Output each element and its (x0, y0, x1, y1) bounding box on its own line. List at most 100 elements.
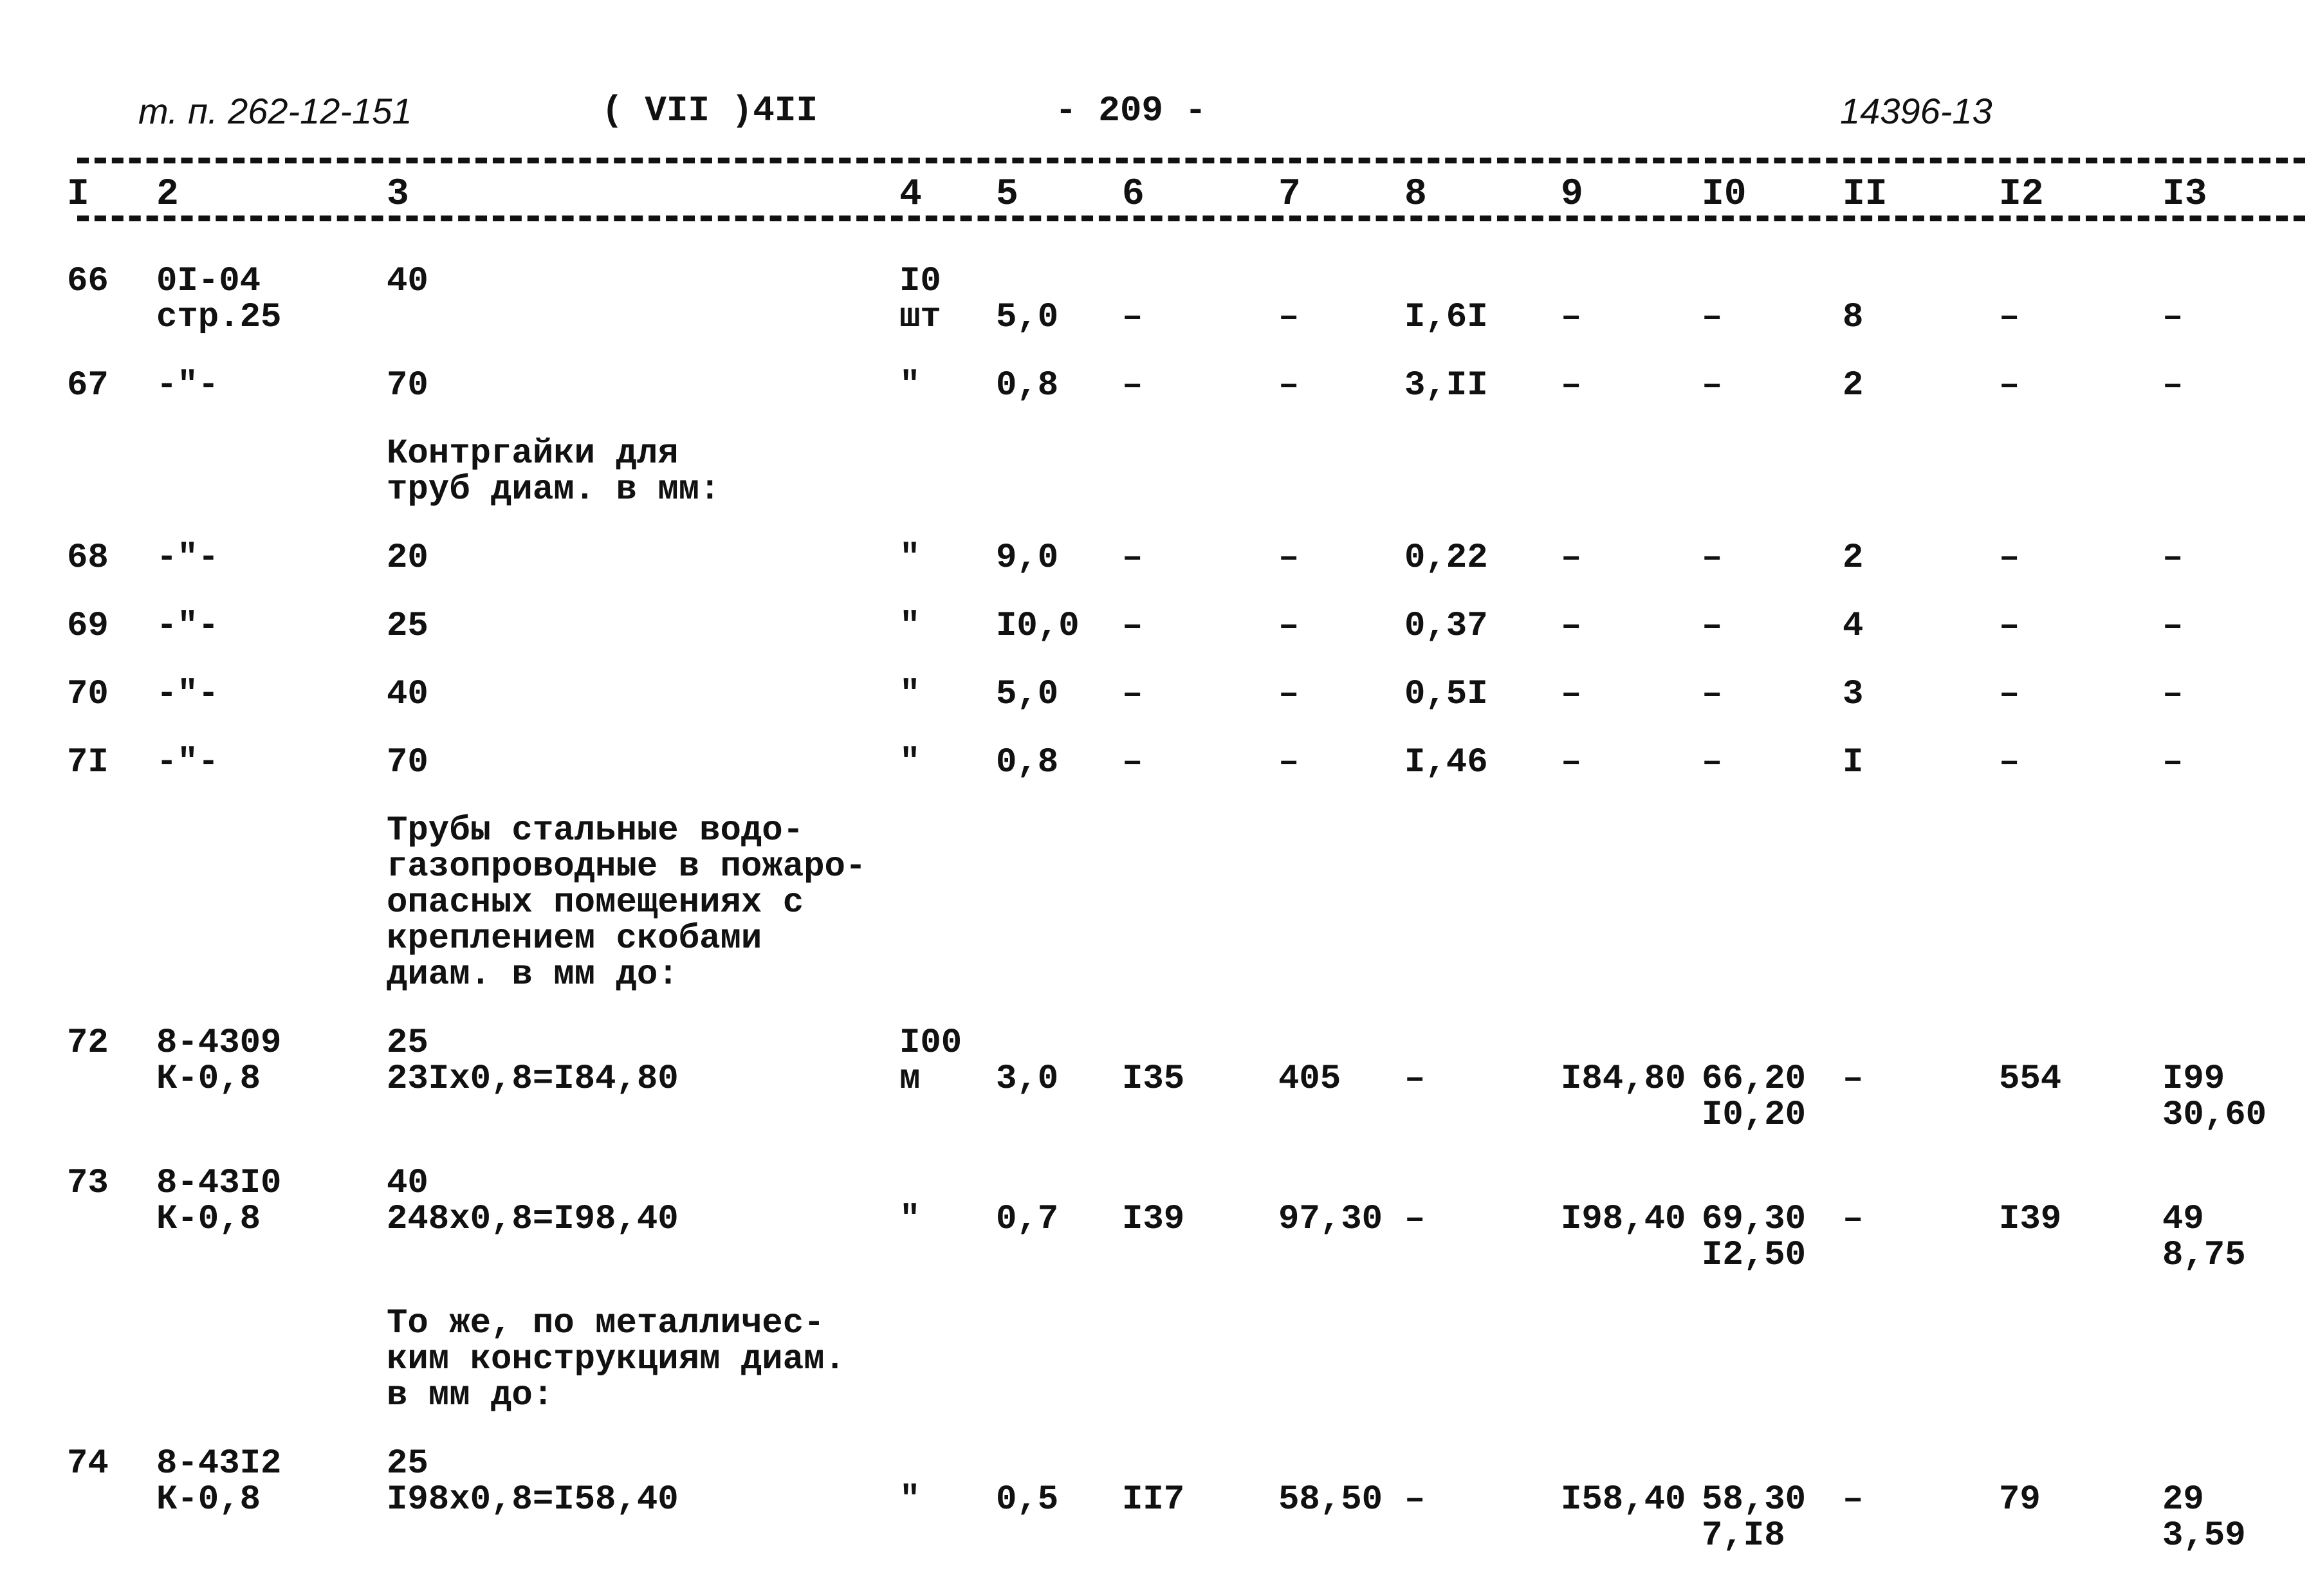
table-row: 67 -"- 70 " 0,8 – – 3,II – – 2 – – (67, 368, 2318, 404)
table-cell-col-11: – (1843, 1200, 1864, 1239)
column-number: 9 (1561, 174, 1583, 216)
table-cell-col-11: – (1843, 1480, 1864, 1519)
table-cell-col-8: 0,22 (1404, 538, 1488, 578)
table-cell-col-3: 25 (387, 607, 428, 646)
column-number: 3 (387, 174, 409, 216)
table-cell-col-8: – (1404, 1480, 1426, 1519)
section-heading: Трубы стальные водо- газопроводные в пож… (387, 811, 867, 995)
table-cell-col-3: 20 (387, 538, 428, 578)
column-number: 6 (1122, 174, 1145, 216)
table-row: 73 8-43I0 К-0,8 40 248x0,8=I98,40 " 0,7 I3… (67, 1166, 2318, 1274)
table-cell-col-3: 25 23Ix0,8=I84,80 (387, 1023, 679, 1099)
table-cell-col-10: – (1702, 607, 1723, 646)
table-cell-col-1: 68 (67, 538, 109, 578)
column-number: I3 (2162, 174, 2207, 216)
section-heading: То же, по металличес- ким конструкциям д… (387, 1304, 845, 1415)
table-cell-col-6: I35 (1122, 1059, 1185, 1099)
table-cell-col-13: I99 30,60 (2162, 1059, 2267, 1135)
table-cell-col-6: – (1122, 538, 1143, 578)
table-cell-col-11: 2 (1843, 538, 1864, 578)
table-cell-col-12: – (1999, 675, 2020, 714)
table-cell-col-5: 0,5 (996, 1480, 1059, 1519)
table-cell-col-12: 554 (1999, 1059, 2062, 1099)
section-heading: Контргайки для труб диам. в мм: (387, 434, 721, 509)
table-cell-col-2: -"- (156, 538, 219, 578)
table-cell-col-13: – (2162, 538, 2184, 578)
page-number: - 209 - (1055, 90, 1207, 131)
table-cell-col-8: 0,37 (1404, 607, 1488, 646)
table-cell-col-11: 4 (1843, 607, 1864, 646)
table-cell-col-4: " (899, 743, 921, 782)
table-cell-col-6: – (1122, 366, 1143, 405)
table-cell-col-6: I39 (1122, 1200, 1185, 1239)
table-cell-col-9: – (1561, 298, 1582, 337)
table-cell-col-7: – (1278, 607, 1300, 646)
table-cell-col-6: – (1122, 298, 1143, 337)
table-cell-col-10: – (1702, 538, 1723, 578)
table-row: 70 -"- 40 " 5,0 – – 0,5I – – 3 – – (67, 677, 2318, 713)
table-cell-col-6: – (1122, 675, 1143, 714)
table-cell-col-4: " (899, 538, 921, 578)
table-cell-col-6: – (1122, 743, 1143, 782)
table-cell-col-3: 40 (387, 262, 428, 301)
table-cell-col-3: 70 (387, 743, 428, 782)
table-cell-col-9: I58,40 (1561, 1480, 1686, 1519)
table-cell-col-6: II7 (1122, 1480, 1185, 1519)
section-heading-row: Контргайки для труб диам. в мм: (67, 436, 2318, 508)
table-cell-col-7: – (1278, 298, 1300, 337)
table-cell-col-9: – (1561, 538, 1582, 578)
document-code: т. п. 262-12-151 (138, 91, 412, 131)
table-row: 7I -"- 70 " 0,8 – – I,46 – – I – – (67, 745, 2318, 781)
table-cell-col-1: 7I (67, 743, 109, 782)
table-cell-col-2: 8-4309 К-0,8 (156, 1023, 282, 1099)
table-cell-col-2: -"- (156, 675, 219, 714)
table-row: 74 8-43I2 К-0,8 25 I98x0,8=I58,40 " 0,5 II… (67, 1446, 2318, 1554)
table-cell-col-11: I (1843, 743, 1864, 782)
table-cell-col-12: I39 (1999, 1200, 2062, 1239)
table-cell-col-5: 5,0 (996, 298, 1059, 337)
column-number: 5 (996, 174, 1018, 216)
table-row: 69 -"- 25 " I0,0 – – 0,37 – – 4 – – (67, 609, 2318, 645)
table-cell-col-9: – (1561, 743, 1582, 782)
table-cell-col-7: – (1278, 675, 1300, 714)
table-cell-col-7: – (1278, 538, 1300, 578)
table-cell-col-11: 3 (1843, 675, 1864, 714)
table-cell-col-9: – (1561, 366, 1582, 405)
table-cell-col-5: 3,0 (996, 1059, 1059, 1099)
table-cell-col-11: 8 (1843, 298, 1864, 337)
table-cell-col-8: I,46 (1404, 743, 1488, 782)
table-cell-col-2: 8-43I0 К-0,8 (156, 1164, 282, 1239)
table-cell-col-10: – (1702, 298, 1723, 337)
column-number: II (1843, 174, 1888, 216)
table-cell-col-9: – (1561, 675, 1582, 714)
column-number: 2 (156, 174, 179, 216)
table-cell-col-3: 40 (387, 675, 428, 714)
table-cell-col-13: – (2162, 743, 2184, 782)
table-cell-col-5: 5,0 (996, 675, 1059, 714)
table-cell-col-4: " (899, 1480, 921, 1519)
section-heading-row: Трубы стальные водо- газопроводные в пож… (67, 813, 2318, 993)
table-cell-col-10: 58,30 7,I8 (1702, 1480, 1807, 1555)
table-cell-col-1: 73 (67, 1164, 109, 1203)
table-cell-col-10: 69,30 I2,50 (1702, 1200, 1807, 1275)
table-cell-col-13: – (2162, 607, 2184, 646)
column-number: 7 (1278, 174, 1301, 216)
table-cell-col-8: 3,II (1404, 366, 1488, 405)
table-cell-col-7: 58,50 (1278, 1480, 1383, 1519)
table-cell-col-12: – (1999, 538, 2020, 578)
table-cell-col-10: – (1702, 675, 1723, 714)
table-cell-col-2: -"- (156, 366, 219, 405)
table-cell-col-12: – (1999, 366, 2020, 405)
table-cell-col-3: 25 I98x0,8=I58,40 (387, 1444, 679, 1519)
table-cell-col-2: -"- (156, 607, 219, 646)
table-cell-col-3: 70 (387, 366, 428, 405)
column-number: I2 (1999, 174, 2044, 216)
table-cell-col-1: 72 (67, 1023, 109, 1063)
table-cell-col-7: – (1278, 743, 1300, 782)
table-row: 68 -"- 20 " 9,0 – – 0,22 – – 2 – – (67, 540, 2318, 576)
table-cell-col-1: 74 (67, 1444, 109, 1483)
table-cell-col-11: – (1843, 1059, 1864, 1099)
table-cell-col-7: – (1278, 366, 1300, 405)
column-number: 4 (899, 174, 922, 216)
table-cell-col-7: 405 (1278, 1059, 1341, 1099)
